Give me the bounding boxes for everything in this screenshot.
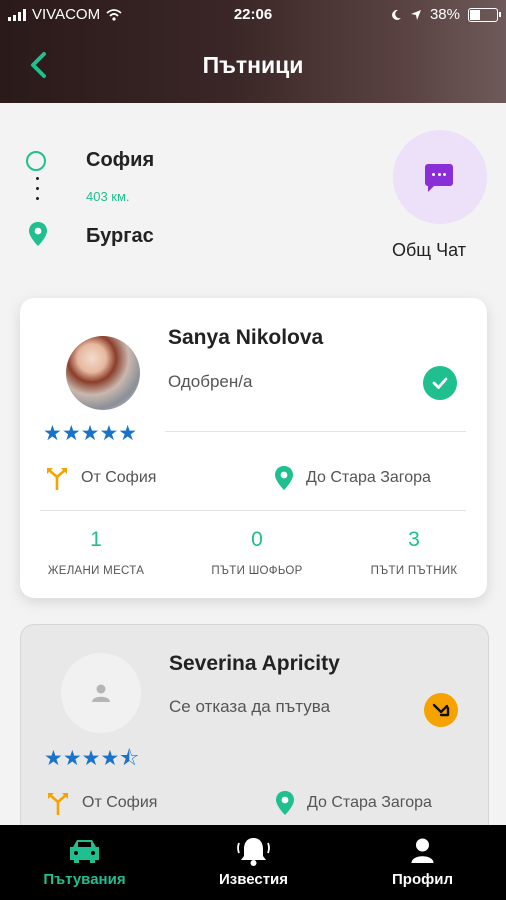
tab-label: Известия: [218, 871, 289, 888]
passenger-status: Се отказа да пътува: [169, 697, 331, 716]
stat-driver-trips: 0 ПЪТИ ШОФЬОР: [187, 528, 327, 577]
stat-value: 3: [408, 528, 420, 551]
moon-icon: [392, 9, 401, 20]
passenger-status: Одобрен/а: [168, 372, 253, 391]
group-chat-label[interactable]: Общ Чат: [392, 240, 466, 261]
destination-pin-icon: [29, 222, 47, 246]
profile-icon: [411, 838, 434, 863]
rating-stars: ★★★★⯪: [44, 747, 140, 770]
location-pin-icon: [275, 466, 293, 490]
tab-profile[interactable]: Профил: [338, 825, 506, 900]
pickup-label: От София: [81, 469, 157, 486]
dropoff-location: До Стара Загора: [275, 790, 432, 816]
tab-trips[interactable]: Пътувания: [0, 825, 169, 900]
avatar: [61, 653, 141, 733]
dropoff-label: До Стара Загора: [307, 794, 432, 811]
passenger-card[interactable]: Severina Apricity Се отказа да пътува ★★…: [20, 624, 489, 856]
battery-icon: [468, 7, 501, 22]
tab-label: Пътувания: [43, 871, 126, 888]
stat-value: 1: [90, 528, 102, 551]
group-chat-button[interactable]: [393, 130, 487, 224]
location-arrow-icon: [410, 9, 421, 20]
pickup-location: От София: [45, 465, 156, 491]
status-bar: VIVACOM 22:06 38%: [0, 0, 506, 30]
origin-city: София: [86, 149, 155, 171]
tab-label: Профил: [392, 871, 453, 888]
split-arrows-icon: [47, 468, 67, 490]
stat-passenger-trips: 3 ПЪТИ ПЪТНИК: [344, 528, 484, 577]
divider: [40, 510, 466, 511]
passenger-name: Severina Apricity: [169, 652, 340, 675]
pickup-label: От София: [82, 794, 158, 811]
declined-arrow-icon: [424, 693, 458, 727]
divider: [165, 431, 466, 432]
approved-check-icon: [423, 366, 457, 400]
stat-label: ПЪТИ ПЪТНИК: [370, 565, 458, 577]
bell-icon: [237, 838, 270, 866]
stat-label: ПЪТИ ШОФЬОР: [211, 565, 303, 577]
top-header: VIVACOM 22:06 38% Пътници: [0, 0, 506, 103]
route-distance: 403 км.: [86, 189, 130, 204]
pickup-location: От София: [46, 790, 157, 816]
status-right: 38%: [390, 6, 501, 23]
stat-desired-seats: 1 ЖЕЛАНИ МЕСТА: [26, 528, 166, 577]
person-placeholder-icon: [92, 684, 110, 702]
tab-notifications[interactable]: Известия: [169, 825, 338, 900]
split-arrows-icon: [48, 793, 68, 815]
car-icon: [70, 840, 99, 863]
page-title: Пътници: [202, 52, 304, 78]
dropoff-label: До Стара Загора: [306, 469, 431, 486]
battery-percent: 38%: [429, 6, 460, 23]
passenger-card[interactable]: Sanya Nikolova Одобрен/а ★★★★★ От София …: [20, 298, 487, 598]
start-circle-icon: [26, 151, 46, 171]
route-dots: [36, 177, 39, 207]
passenger-name: Sanya Nikolova: [168, 326, 324, 349]
chat-icon: [425, 164, 453, 192]
rating-stars: ★★★★★: [43, 422, 138, 445]
dropoff-location: До Стара Загора: [274, 465, 431, 491]
route-summary: София 403 км. Бургас: [26, 145, 326, 255]
location-pin-icon: [276, 791, 294, 815]
stat-value: 0: [251, 528, 263, 551]
avatar: [66, 336, 140, 410]
bottom-tab-bar: Пътувания Известия Профил: [0, 825, 506, 900]
stat-label: ЖЕЛАНИ МЕСТА: [47, 565, 145, 577]
destination-city: Бургас: [86, 225, 154, 247]
